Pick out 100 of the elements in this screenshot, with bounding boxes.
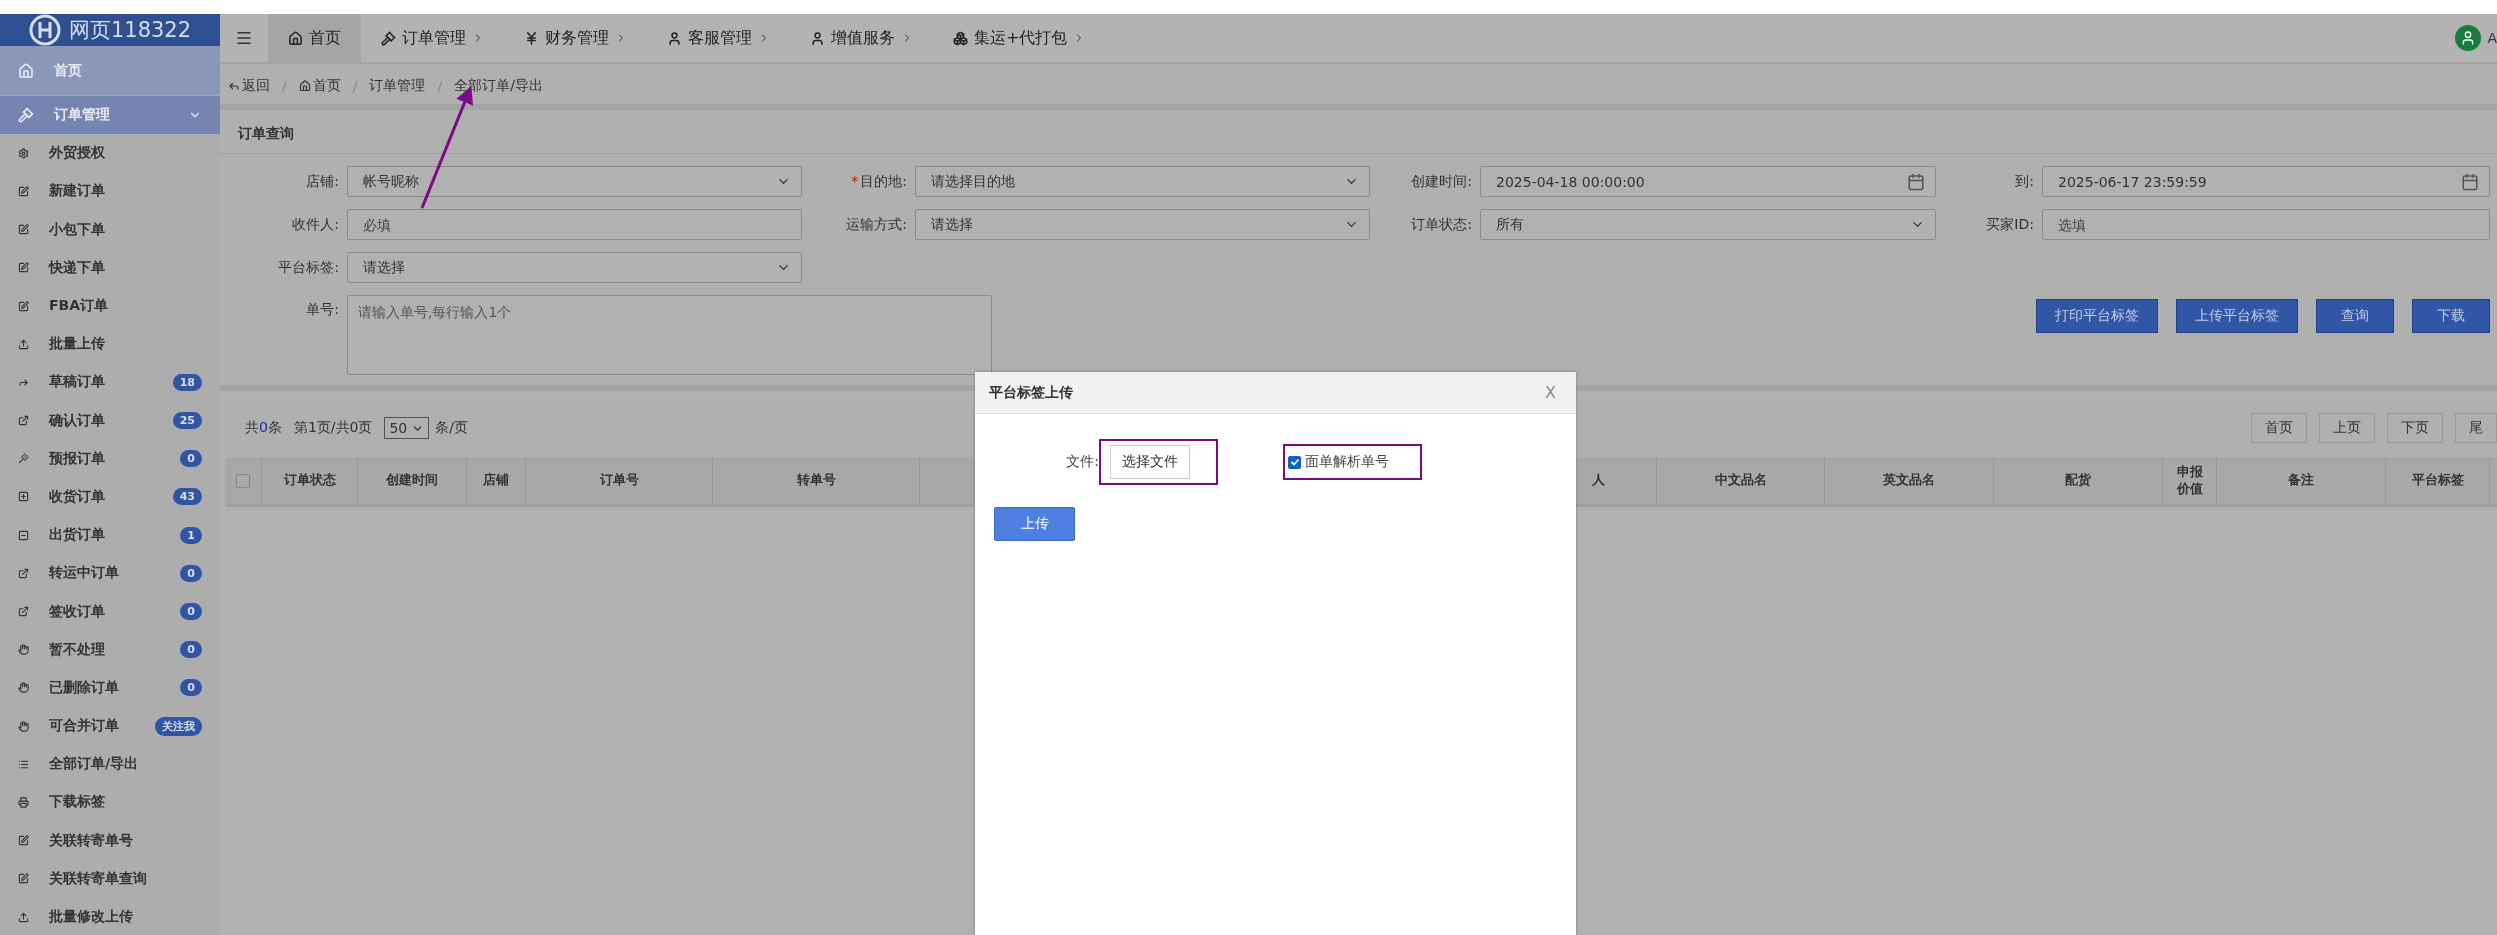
- sidebar-item[interactable]: 已删除订单 0: [0, 668, 220, 707]
- edit-icon: [18, 300, 29, 312]
- sidebar-item[interactable]: 批量上传: [0, 325, 220, 364]
- pager-button[interactable]: 尾: [2455, 413, 2497, 443]
- sidebar-item[interactable]: 收货订单 43: [0, 477, 220, 517]
- calendar-icon: [2461, 172, 2479, 191]
- edit-icon: [18, 835, 29, 847]
- count-badge: 25: [172, 412, 202, 430]
- column-header: 中文品名: [1657, 457, 1825, 504]
- logo-text: 网页118322: [68, 17, 192, 44]
- sidebar-item[interactable]: 下载标签: [0, 783, 220, 822]
- page-size-label: 条/页: [435, 419, 468, 437]
- close-button[interactable]: X: [1539, 382, 1562, 403]
- sidebar-item[interactable]: 订单管理: [0, 96, 220, 135]
- field-label: 店铺:: [306, 172, 339, 191]
- select-field[interactable]: 所有: [1480, 209, 1936, 240]
- check-icon: [1289, 457, 1300, 467]
- avatar[interactable]: [2455, 25, 2482, 51]
- pager-button[interactable]: 首页: [2251, 413, 2307, 443]
- choose-file-button[interactable]: 选择文件: [1110, 445, 1190, 479]
- sidebar-item[interactable]: 暂不处理 0: [0, 630, 220, 669]
- action-button[interactable]: 上传平台标签: [2176, 299, 2298, 333]
- select-field[interactable]: 请选择目的地: [915, 166, 1370, 197]
- select-field[interactable]: 请选择: [915, 209, 1370, 240]
- nav-tab[interactable]: 客服管理: [647, 14, 790, 62]
- home-icon: [298, 80, 311, 92]
- field-label: 目的地:: [860, 172, 907, 191]
- hand-icon: [18, 644, 29, 656]
- breadcrumb-link[interactable]: 订单管理: [369, 77, 426, 95]
- menu-icon: [235, 29, 253, 47]
- sidebar-item[interactable]: 预报订单 0: [0, 439, 220, 478]
- sidebar-item[interactable]: FBA订单: [0, 286, 220, 326]
- parse-checkbox[interactable]: 面单解析单号: [1288, 453, 1389, 471]
- input-field[interactable]: 必填: [347, 209, 802, 240]
- field-label: 单号:: [305, 300, 340, 319]
- breadcrumb-link[interactable]: 返回: [228, 77, 270, 95]
- external-link-icon: [18, 567, 29, 579]
- count-badge: 0: [180, 679, 202, 697]
- action-button[interactable]: 下载: [2412, 299, 2490, 333]
- sidebar-item[interactable]: 关联转寄单号: [0, 821, 220, 860]
- nav-tab[interactable]: 增值服务: [790, 14, 933, 62]
- checkbox[interactable]: [1288, 455, 1301, 469]
- nav-tab[interactable]: 首页: [268, 14, 361, 62]
- page-size-select[interactable]: 50: [384, 417, 430, 439]
- upload-button[interactable]: 上传: [994, 507, 1075, 541]
- user-icon: [810, 30, 825, 46]
- breadcrumb-link[interactable]: 首页: [298, 77, 341, 95]
- breadcrumb-separator: /: [437, 78, 443, 94]
- sidebar-item[interactable]: 出货订单 1: [0, 516, 220, 555]
- column-header: 英文品名: [1825, 457, 1994, 504]
- page-info: 第1页/共0页: [293, 419, 373, 437]
- count-badge: 关注我: [155, 716, 202, 736]
- external-link-icon: [18, 606, 29, 618]
- checkbox[interactable]: [236, 473, 250, 488]
- sidebar-item[interactable]: 签收订单 0: [0, 592, 220, 631]
- column-header: 备注: [2217, 457, 2386, 504]
- input-field[interactable]: 选填: [2042, 209, 2490, 240]
- external-link-icon: [18, 415, 29, 427]
- sidebar-item[interactable]: 确认订单 25: [0, 401, 220, 440]
- nav-tab[interactable]: 集运+代打包: [933, 14, 1106, 62]
- home-icon: [18, 62, 34, 79]
- count-badge: 0: [180, 603, 202, 621]
- sidebar-item[interactable]: 批量修改上传: [0, 897, 220, 935]
- sidebar-item[interactable]: 可合并订单 关注我: [0, 707, 220, 746]
- field-label: 创建时间:: [1411, 172, 1472, 191]
- breadcrumb-separator: /: [352, 78, 358, 94]
- hand-icon: [18, 682, 29, 694]
- sidebar-item[interactable]: 转运中订单 0: [0, 554, 220, 593]
- sidebar-item[interactable]: 外贸授权: [0, 134, 220, 173]
- sidebar-item[interactable]: 快递下单: [0, 248, 220, 287]
- textarea-field[interactable]: 请输入单号,每行输入1个: [347, 295, 992, 375]
- count-badge: 1: [180, 526, 202, 544]
- date-field[interactable]: 2025-04-18 00:00:00: [1480, 166, 1936, 197]
- count-badge: 18: [172, 373, 202, 391]
- upload-icon: [18, 338, 29, 350]
- sidebar-item[interactable]: 新建订单: [0, 172, 220, 211]
- count-badge: 0: [180, 450, 202, 468]
- user-name[interactable]: A: [2487, 30, 2497, 46]
- select-field[interactable]: 帐号昵称: [347, 166, 802, 197]
- sidebar-item[interactable]: 关联转寄单查询: [0, 859, 220, 898]
- sidebar-item[interactable]: 全部订单/导出: [0, 745, 220, 784]
- sidebar-item[interactable]: 小包下单: [0, 210, 220, 249]
- count-badge: 0: [180, 641, 202, 659]
- pager-button[interactable]: 下页: [2387, 413, 2443, 443]
- calendar-icon: [1907, 172, 1925, 191]
- gavel-icon: [18, 107, 34, 124]
- date-field[interactable]: 2025-06-17 23:59:59: [2042, 166, 2490, 197]
- action-button[interactable]: 打印平台标签: [2036, 299, 2158, 333]
- count-badge: 43: [172, 488, 202, 506]
- nav-tab[interactable]: 订单管理: [361, 14, 504, 62]
- edit-icon: [18, 262, 29, 274]
- column-header: 创建时间: [358, 457, 467, 504]
- field-label: 到:: [2015, 172, 2034, 191]
- action-button[interactable]: 查询: [2316, 299, 2394, 333]
- sidebar-item[interactable]: 草稿订单 18: [0, 363, 220, 402]
- plus-square-icon: [18, 491, 29, 503]
- count-badge: 0: [180, 564, 202, 582]
- pager-button[interactable]: 上页: [2319, 413, 2375, 443]
- nav-tab[interactable]: 财务管理: [504, 14, 647, 62]
- select-field[interactable]: 请选择: [347, 252, 802, 283]
